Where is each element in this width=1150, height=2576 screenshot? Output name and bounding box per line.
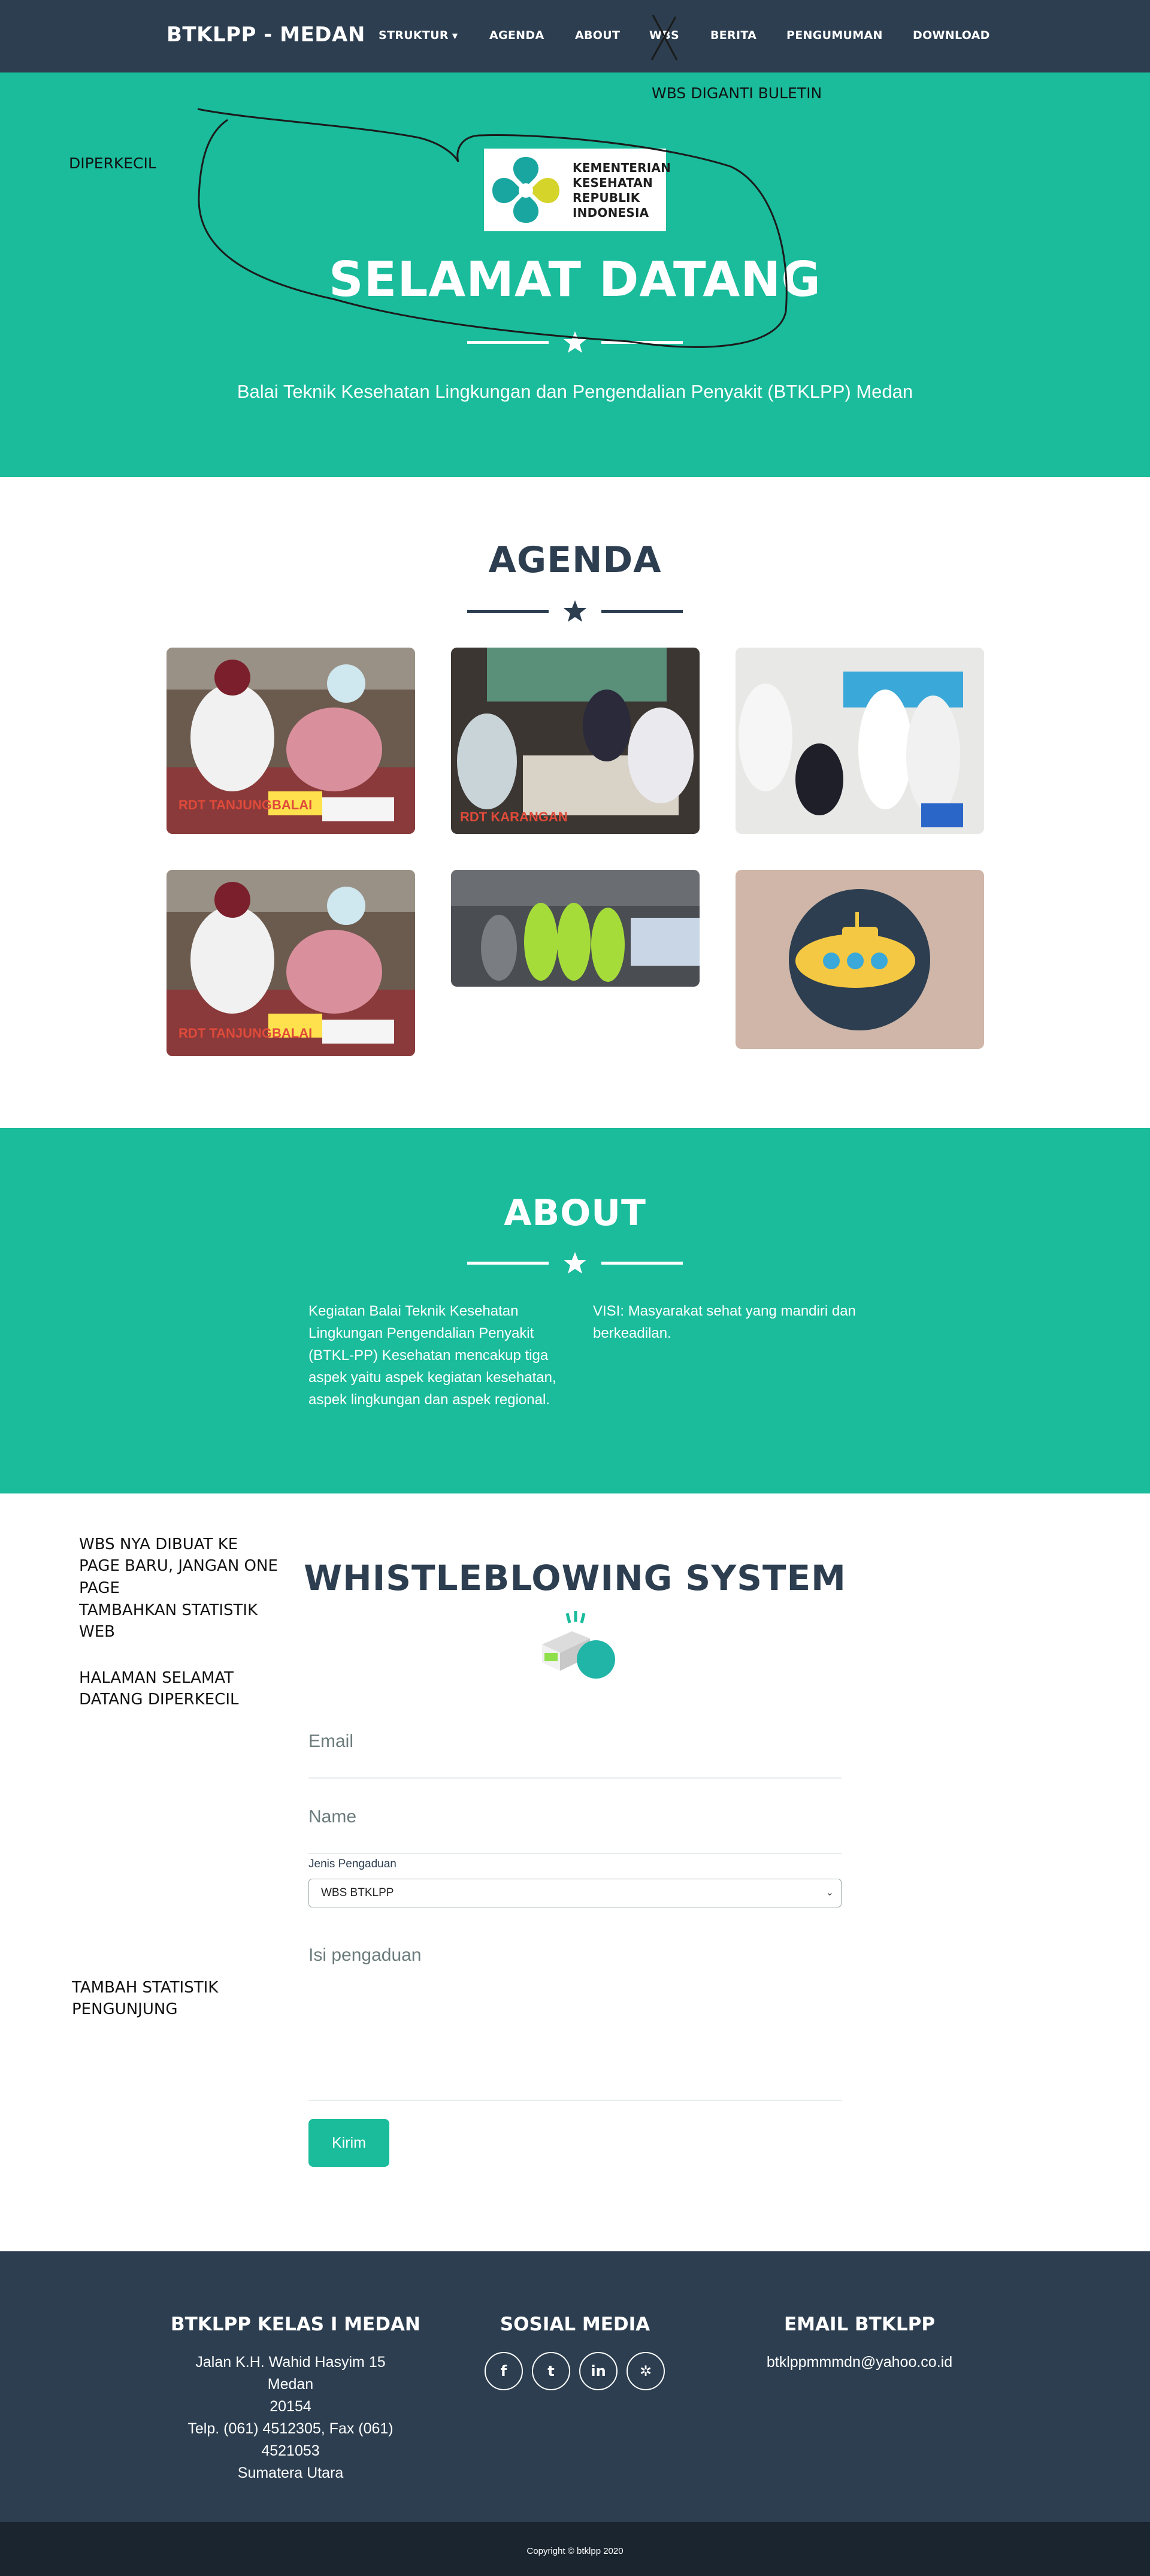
name-field[interactable]: Name — [308, 1807, 356, 1827]
annotation-halaman-diperkecil: HALAMAN SELAMAT DATANG DIPERKECIL — [79, 1669, 239, 1709]
footer-address: Jalan K.H. Wahid Hasyim 15 Medan 20154 T… — [171, 2351, 410, 2484]
agenda-photo-6[interactable] — [736, 870, 984, 1049]
about-divider — [467, 1251, 683, 1275]
star-icon — [564, 331, 586, 353]
agenda-title: AGENDA — [488, 539, 662, 581]
jenis-pengaduan-select[interactable]: WBS BTKLPP ⌄ — [308, 1879, 842, 1907]
star-icon — [564, 1252, 586, 1274]
hero-subtitle: Balai Teknik Kesehatan Lingkungan dan Pe… — [237, 381, 913, 402]
address-line: Sumatera Utara — [237, 2465, 344, 2481]
annotation-statistik-pengunjung: TAMBAH STATISTIK PENGUNJUNG — [72, 1979, 219, 2019]
isi-underline — [308, 2100, 842, 2101]
about-section — [0, 1128, 1150, 1493]
address-line: 4521053 — [261, 2442, 320, 2459]
photo-caption: RDT TANJUNGBALAI — [178, 1026, 312, 1041]
hero-title: SELAMAT DATANG — [329, 252, 821, 307]
footer-col2-title: SOSIAL MEDIA — [500, 2314, 650, 2335]
nav-download[interactable]: DOWNLOAD — [913, 29, 990, 42]
annotation-header: DIPERKECIL — [69, 155, 156, 172]
linkedin-icon[interactable]: in — [579, 2352, 618, 2390]
address-line: Telp. (061) 4512305, Fax (061) — [187, 2420, 394, 2437]
navbar: BTKLPP - MEDAN STRUKTUR ▼ AGENDA ABOUT WB… — [0, 0, 1150, 72]
nav-berita[interactable]: BERITA — [710, 29, 756, 42]
address-line: Jalan K.H. Wahid Hasyim 15 Medan — [195, 2354, 386, 2393]
select-value: WBS BTKLPP — [321, 1886, 394, 1899]
copyright-text: Copyright © btklpp 2020 — [526, 2546, 624, 2556]
nav-wbs[interactable]: WBS — [649, 29, 679, 42]
nav-struktur-label: STRUKTUR — [379, 29, 449, 42]
kemenkes-logo-icon — [492, 157, 559, 223]
agenda-photo-2[interactable]: RDT KARANGAN — [451, 648, 700, 834]
chevron-down-icon: ⌄ — [825, 1888, 834, 1898]
jenis-pengaduan-label: Jenis Pengaduan — [308, 1858, 397, 1870]
agenda-photo-3[interactable] — [736, 648, 984, 834]
kemenkes-logo: KEMENTERIAN KESEHATAN REPUBLIK INDONESIA — [484, 149, 671, 231]
submarine-icon — [736, 870, 984, 1049]
isi-pengaduan-field[interactable]: Isi pengaduan — [308, 1945, 422, 1966]
footer-col3-title: EMAIL BTKLPP — [783, 2314, 936, 2335]
agenda-divider — [467, 599, 683, 623]
annotation-wbs: WBS DIGANTI BULETIN — [652, 84, 822, 102]
nav-pengumuman[interactable]: PENGUMUMAN — [786, 29, 883, 42]
logo-line: KEMENTERIAN — [573, 161, 671, 175]
nav-agenda[interactable]: AGENDA — [489, 29, 544, 42]
logo-line: KESEHATAN — [573, 176, 653, 190]
star-icon — [564, 600, 586, 622]
about-vision: VISI: Masyarakat sehat yang mandiri dan … — [593, 1303, 856, 1341]
email-underline — [308, 1777, 842, 1779]
hero-divider — [467, 330, 683, 354]
agenda-photo-4[interactable]: RDT TANJUNGBALAI — [167, 870, 415, 1056]
photo-caption: RDT TANJUNGBALAI — [178, 797, 312, 812]
footer-email[interactable]: btklppmmmdn@yahoo.co.id — [740, 2351, 979, 2374]
twitter-icon[interactable]: t — [532, 2352, 570, 2390]
annotation-statistik-web: TAMBAHKAN STATISTIK WEB — [79, 1601, 258, 1641]
agenda-photo-5[interactable] — [451, 870, 700, 987]
logo-line: INDONESIA — [573, 205, 649, 220]
address-line: 20154 — [270, 2398, 311, 2415]
logo-line: REPUBLIK — [573, 191, 640, 205]
brand-link[interactable]: BTKLPP - MEDAN — [167, 23, 365, 47]
whistle-icon — [542, 1611, 615, 1679]
about-description: Kegiatan Balai Teknik Kesehatan Lingkung… — [308, 1303, 556, 1408]
about-title: ABOUT — [504, 1192, 646, 1234]
nav-about[interactable]: ABOUT — [575, 29, 620, 42]
agenda-photo-1[interactable]: RDT TANJUNGBALAI — [167, 648, 415, 834]
wbs-title: WHISTLEBLOWING SYSTEM — [304, 1558, 846, 1598]
caret-down-icon: ▼ — [452, 31, 458, 40]
facebook-icon[interactable]: f — [485, 2352, 523, 2390]
kirim-button[interactable]: Kirim — [308, 2119, 389, 2167]
dribbble-icon[interactable]: ✲ — [627, 2352, 665, 2390]
footer-col1-title: BTKLPP KELAS I MEDAN — [171, 2314, 420, 2335]
email-field[interactable]: Email — [308, 1731, 353, 1752]
name-underline — [308, 1853, 842, 1854]
nav-struktur[interactable]: STRUKTUR ▼ — [379, 29, 458, 42]
photo-caption: RDT KARANGAN — [460, 809, 568, 824]
logo-text: KEMENTERIAN KESEHATAN REPUBLIK INDONESIA — [573, 161, 671, 220]
